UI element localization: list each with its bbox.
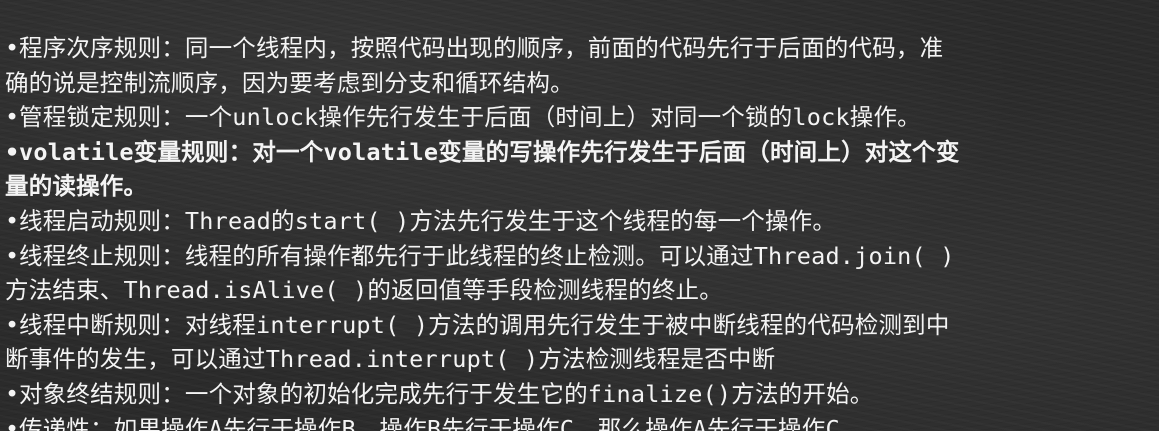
bullet: •: [5, 310, 20, 339]
rule-line: •线程启动规则：Thread的start( )方法先行发生于这个线程的每一个操作…: [5, 204, 1155, 239]
rule-thread-start: •线程启动规则：Thread的start( )方法先行发生于这个线程的每一个操作…: [5, 204, 1155, 239]
rule-line: 断事件的发生，可以通过Thread.interrupt( )方法检测线程是否中断: [5, 345, 776, 374]
rule-line: •对象终结规则：一个对象的初始化完成先行于发生它的finalize()方法的开始…: [5, 377, 1155, 412]
rule-volatile-variable: •volatile变量规则：对一个volatile变量的写操作先行发生于后面（时…: [5, 135, 1155, 204]
rule-transitivity: •传递性：如果操作A先行于操作B，操作B先行于操作C，那么操作A先行于操作C: [5, 412, 1155, 431]
happens-before-rules-list: •程序次序规则：同一个线程内，按照代码出现的顺序，前面的代码先行于后面的代码，准…: [5, 31, 1155, 431]
bullet: •: [5, 206, 20, 235]
rule-thread-interruption: •线程中断规则：对线程interrupt( )方法的调用先行发生于被中断线程的代…: [5, 308, 1155, 377]
rule-monitor-lock: •管程锁定规则：一个unlock操作先行发生于后面（时间上）对同一个锁的lock…: [5, 100, 1155, 135]
rule-line: 确的说是控制流顺序，因为要考虑到分支和循环结构。: [5, 68, 574, 97]
rule-line: •线程中断规则：对线程interrupt( )方法的调用先行发生于被中断线程的代…: [5, 308, 1155, 343]
rule-thread-termination: •线程终止规则：线程的所有操作都先行于此线程的终止检测。可以通过Thread.j…: [5, 239, 1155, 308]
rule-program-order: •程序次序规则：同一个线程内，按照代码出现的顺序，前面的代码先行于后面的代码，准…: [5, 31, 1155, 100]
rule-line: •线程终止规则：线程的所有操作都先行于此线程的终止检测。可以通过Thread.j…: [5, 239, 1155, 274]
rule-line: •程序次序规则：同一个线程内，按照代码出现的顺序，前面的代码先行于后面的代码，准: [5, 31, 1155, 66]
bullet: •: [5, 34, 20, 62]
bullet: •: [5, 103, 20, 132]
bullet: •: [5, 137, 20, 166]
bullet: •: [5, 241, 20, 270]
rule-finalizer: •对象终结规则：一个对象的初始化完成先行于发生它的finalize()方法的开始…: [5, 377, 1155, 412]
rule-line: •管程锁定规则：一个unlock操作先行发生于后面（时间上）对同一个锁的lock…: [5, 100, 1155, 135]
rule-line: •传递性：如果操作A先行于操作B，操作B先行于操作C，那么操作A先行于操作C: [5, 412, 1155, 431]
rule-line: 方法结束、Thread.isAlive( )的返回值等手段检测线程的终止。: [5, 276, 723, 305]
chalkboard-slide: •程序次序规则：同一个线程内，按照代码出现的顺序，前面的代码先行于后面的代码，准…: [0, 0, 1159, 431]
bullet: •: [5, 379, 20, 408]
bullet: •: [5, 414, 20, 431]
rule-line: 量的读操作。: [5, 172, 148, 201]
rule-line: •volatile变量规则：对一个volatile变量的写操作先行发生于后面（时…: [5, 135, 1155, 170]
